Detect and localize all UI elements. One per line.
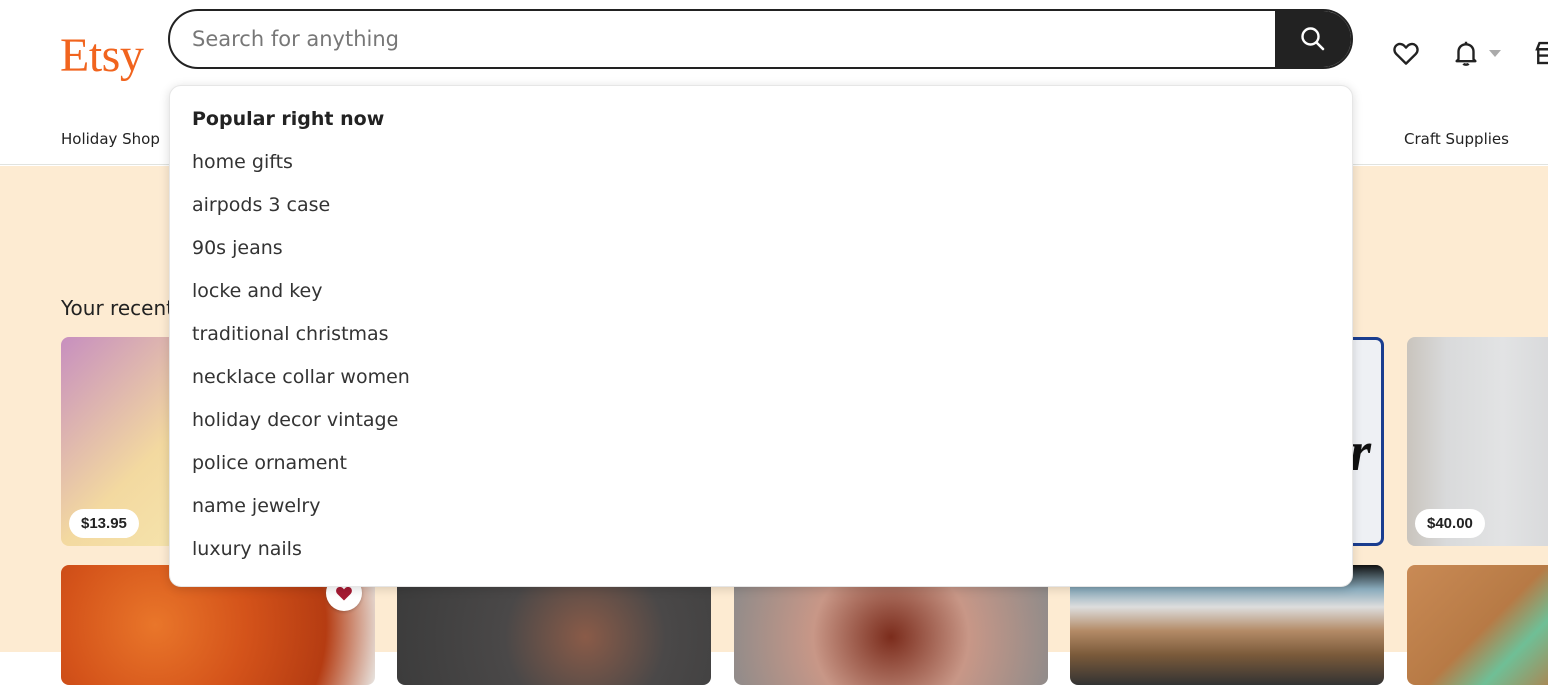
suggestion-item[interactable]: necklace collar women — [192, 366, 410, 388]
favorites-button[interactable] — [1391, 38, 1421, 73]
nav-item-holiday-shop[interactable]: Holiday Shop — [61, 130, 160, 148]
heart-icon — [1393, 42, 1419, 65]
etsy-logo[interactable]: Etsy — [60, 28, 144, 83]
shop-icon — [1535, 41, 1548, 65]
product-card[interactable] — [1407, 565, 1548, 685]
suggestion-item[interactable]: luxury nails — [192, 538, 302, 560]
search-suggestions-dropdown: Popular right now home gifts airpods 3 c… — [169, 85, 1353, 587]
chevron-down-icon — [1489, 50, 1501, 57]
suggestions-heading: Popular right now — [192, 108, 385, 130]
bell-icon — [1455, 41, 1477, 66]
suggestion-item[interactable]: name jewelry — [192, 495, 320, 517]
shop-manager-button[interactable] — [1532, 38, 1548, 73]
suggestion-item[interactable]: traditional christmas — [192, 323, 389, 345]
nav-item-craft-supplies[interactable]: Craft Supplies — [1404, 130, 1509, 148]
suggestion-item[interactable]: home gifts — [192, 151, 293, 173]
search-bar[interactable] — [168, 9, 1353, 69]
search-icon — [1301, 27, 1325, 51]
suggestion-item[interactable]: police ornament — [192, 452, 347, 474]
price-badge: $40.00 — [1415, 509, 1485, 538]
product-card[interactable]: $40.00 — [1407, 337, 1548, 546]
search-input[interactable] — [192, 11, 1272, 67]
suggestion-item[interactable]: holiday decor vintage — [192, 409, 398, 431]
section-title: Your recent — [61, 296, 174, 320]
suggestion-item[interactable]: 90s jeans — [192, 237, 283, 259]
notifications-button[interactable] — [1451, 38, 1501, 73]
suggestion-item[interactable]: airpods 3 case — [192, 194, 330, 216]
search-button[interactable] — [1275, 11, 1351, 67]
suggestion-item[interactable]: locke and key — [192, 280, 322, 302]
price-badge: $13.95 — [69, 509, 139, 538]
